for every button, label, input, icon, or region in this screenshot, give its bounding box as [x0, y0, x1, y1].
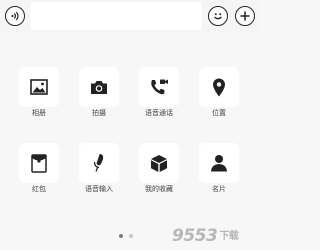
- tile-red-packet[interactable]: [19, 143, 59, 183]
- red-packet-icon: [31, 153, 47, 173]
- cube-icon: [151, 154, 167, 172]
- tile-voice-call[interactable]: [139, 67, 179, 107]
- tile-favorites[interactable]: [139, 143, 179, 183]
- image-icon: [30, 79, 48, 95]
- watermark: 9553 下载: [172, 226, 239, 246]
- plus-icon: [240, 11, 250, 21]
- emoji-button[interactable]: [208, 6, 228, 26]
- emoji-icon: [214, 13, 222, 20]
- voice-icon: [11, 11, 19, 21]
- label-favorites: 我的收藏: [145, 185, 173, 193]
- label-camera: 拍摄: [92, 109, 106, 117]
- label-voice-call: 语音通话: [145, 109, 173, 117]
- message-input[interactable]: [30, 2, 202, 30]
- label-red-packet: 红包: [32, 185, 46, 193]
- label-voice-input: 语音输入: [85, 185, 113, 193]
- chat-input-bar: [0, 0, 260, 32]
- more-button[interactable]: [235, 6, 255, 26]
- person-card-icon: [211, 155, 227, 172]
- location-pin-icon: [213, 78, 225, 96]
- watermark-text: 9553: [172, 226, 218, 246]
- tile-voice-input[interactable]: [79, 143, 119, 183]
- phone-video-icon: [151, 79, 168, 95]
- tile-business-card[interactable]: [199, 143, 239, 183]
- label-album: 相册: [32, 109, 46, 117]
- tile-album[interactable]: [19, 67, 59, 107]
- tile-location[interactable]: [199, 67, 239, 107]
- tile-camera[interactable]: [79, 67, 119, 107]
- voice-button[interactable]: [5, 6, 25, 26]
- page-indicator: [119, 234, 133, 238]
- page-dot-2[interactable]: [129, 234, 133, 238]
- page-dot-1[interactable]: [119, 234, 123, 238]
- camera-icon: [91, 80, 107, 94]
- label-business-card: 名片: [212, 185, 226, 193]
- microphone-icon: [93, 154, 104, 172]
- watermark-sub: 下载: [219, 231, 239, 242]
- label-location: 位置: [212, 109, 226, 117]
